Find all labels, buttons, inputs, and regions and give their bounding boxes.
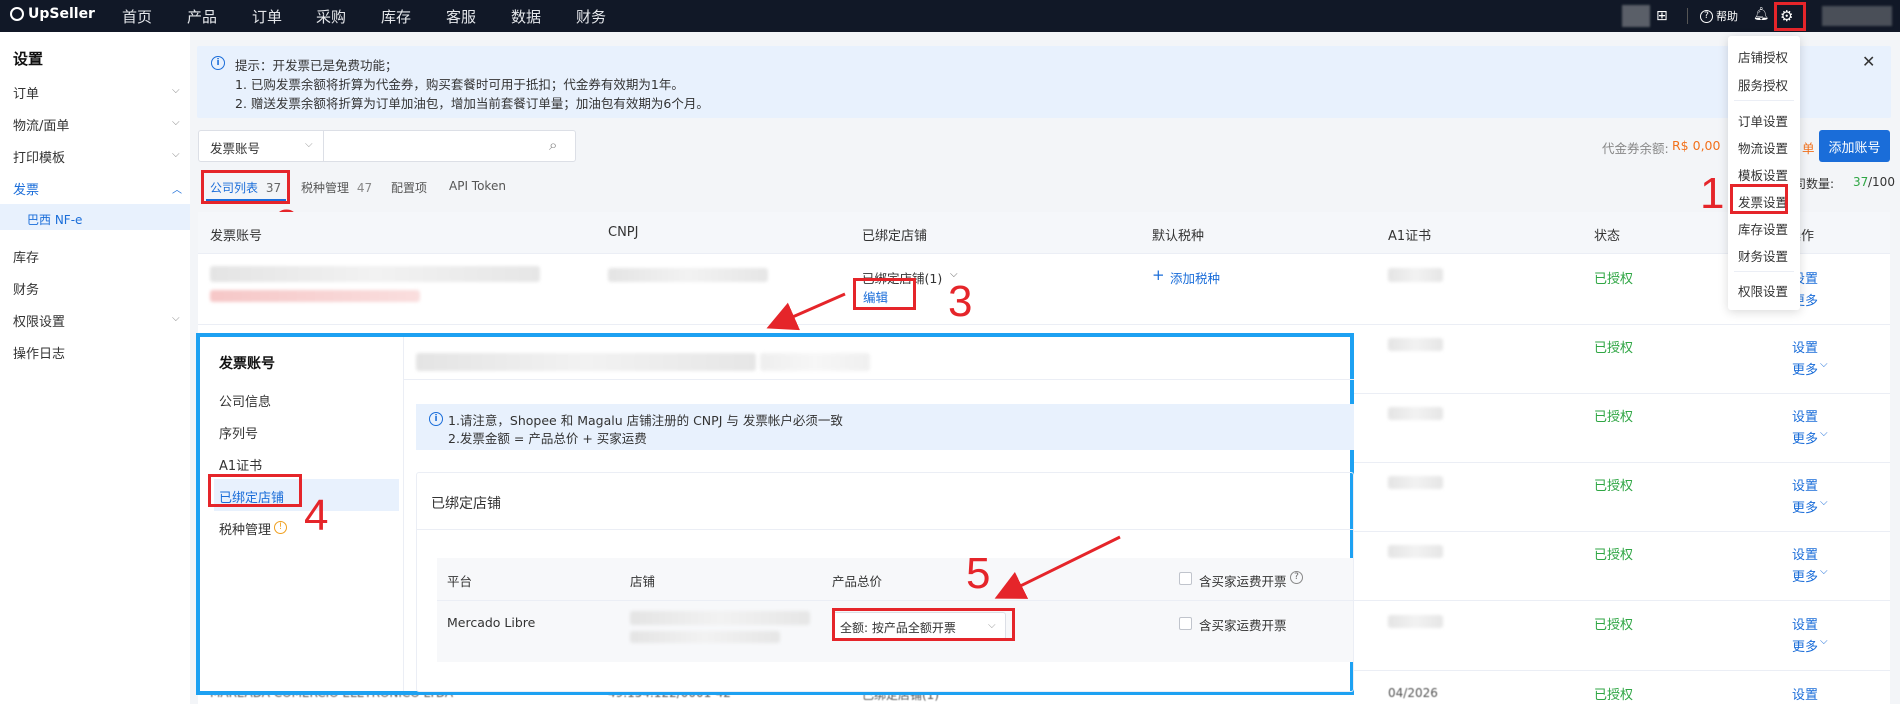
annotation-arrows	[766, 292, 1121, 599]
arrow-to-select	[994, 535, 1121, 599]
arrow-to-panel	[766, 292, 846, 331]
